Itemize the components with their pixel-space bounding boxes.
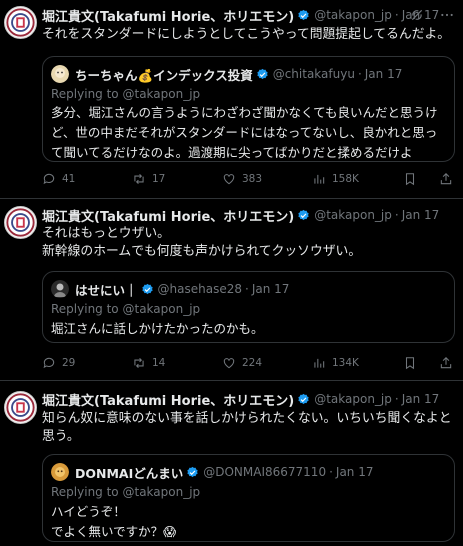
verified-badge-icon — [256, 68, 269, 81]
bookmark-icon — [405, 173, 415, 186]
verified-badge-icon — [297, 393, 310, 406]
quote-text: ハイどうぞ！ でよく無いですか？😱 — [51, 504, 177, 539]
author-handle[interactable]: @takapon_jp — [314, 392, 392, 406]
views-button[interactable]: 158K — [312, 172, 359, 186]
separator-dot: · — [244, 282, 249, 296]
separator-dot: · — [329, 465, 333, 479]
views-icon — [314, 358, 325, 368]
tweet-date[interactable]: Jan 17 — [402, 392, 440, 406]
quote-date: Jan 17 — [251, 282, 290, 296]
tweet-text: 知らん奴に意味のない事を話しかけられたくない。いちいち聞くなよと思う。 — [42, 411, 452, 444]
share-button[interactable] — [439, 356, 459, 370]
like-button[interactable]: 383 — [222, 172, 262, 186]
quote-avatar — [51, 65, 69, 83]
quote-author-name: ちーちゃん💰インデックス投資 — [75, 67, 253, 83]
like-icon — [223, 174, 235, 185]
repost-icon — [134, 357, 144, 369]
like-count: 383 — [242, 173, 263, 185]
bookmark-button[interactable] — [403, 356, 423, 370]
quote-avatar — [51, 463, 69, 481]
author-handle[interactable]: @takapon_jp — [314, 208, 392, 222]
repost-count: 14 — [152, 357, 166, 369]
share-icon — [440, 173, 452, 185]
author-name[interactable]: 堀江貴文(Takafumi Horie、ホリエモン) — [42, 390, 294, 409]
quote-author-name: DONMAIどんまい — [75, 465, 184, 481]
replying-to: Replying to @takapon_jp — [51, 302, 200, 316]
quote-text: 堀江さんに話しかけたかったのかも。 — [51, 321, 264, 336]
quote-author-handle: @DONMAI86677110 — [203, 465, 327, 479]
quote-date: Jan 17 — [335, 465, 374, 479]
views-count: 134K — [332, 357, 359, 369]
grok-icon[interactable] — [409, 7, 425, 23]
replying-label: Replying to — [51, 485, 119, 499]
replying-handle: @takapon_jp — [122, 87, 201, 101]
tweet[interactable]: 堀江貴文(Takafumi Horie、ホリエモン) @takapon_jp ·… — [0, 199, 463, 381]
tweet-text: それはもっとウザい。 新幹線のホームでも何度も声かけられてクッソウザい。 — [42, 226, 362, 259]
verified-badge-icon — [186, 466, 199, 479]
more-dots-icon[interactable] — [439, 7, 455, 23]
separator-dot: · — [394, 208, 399, 222]
quote-author-handle: @hasehase28 — [157, 282, 242, 296]
verified-badge-icon — [297, 9, 310, 22]
reply-icon — [43, 173, 55, 185]
author-name[interactable]: 堀江貴文(Takafumi Horie、ホリエモン) — [42, 206, 294, 225]
bookmark-button[interactable] — [403, 172, 423, 186]
reply-icon — [43, 357, 55, 369]
replying-to: Replying to @takapon_jp — [51, 485, 200, 499]
replying-label: Replying to — [51, 87, 119, 101]
views-icon — [314, 174, 325, 184]
repost-button[interactable]: 17 — [132, 172, 165, 186]
repost-icon — [134, 173, 144, 185]
quote-author-handle: @chitakafuyu — [272, 67, 355, 81]
quote-date: Jan 17 — [364, 67, 403, 81]
quoted-tweet[interactable]: DONMAIどんまい @DONMAI86677110 · Jan 17 Repl… — [42, 454, 455, 542]
replying-handle: @takapon_jp — [122, 485, 201, 499]
avatar[interactable] — [4, 206, 37, 239]
reply-count: 41 — [62, 173, 76, 185]
quote-author-name: はせにい｜ — [75, 282, 138, 298]
repost-count: 17 — [152, 173, 166, 185]
like-button[interactable]: 224 — [222, 356, 262, 370]
bookmark-icon — [405, 357, 415, 370]
repost-button[interactable]: 14 — [132, 356, 165, 370]
tweet-date[interactable]: Jan 17 — [402, 208, 440, 222]
separator-dot: · — [357, 67, 362, 81]
quoted-tweet[interactable]: はせにい｜ @hasehase28 · Jan 17 Replying to @… — [42, 271, 455, 343]
like-icon — [223, 358, 235, 369]
reply-button[interactable]: 29 — [42, 356, 75, 370]
tweet[interactable]: 堀江貴文(Takafumi Horie、ホリエモン) @takapon_jp ·… — [0, 0, 463, 199]
share-button[interactable] — [439, 172, 459, 186]
views-count: 158K — [332, 173, 359, 185]
tweet-text: それをスタンダードにしようとしてこうやって問題提起してるんだよ。 — [42, 27, 451, 42]
action-bar: 29 14 224 134K — [42, 354, 455, 372]
quoted-tweet[interactable]: ちーちゃん💰インデックス投資 @chitakafuyu · Jan 17 Rep… — [42, 56, 455, 162]
quote-text: 多分、堀江さんの言うようにわざわざ聞かなくても良いんだと思うけど、世の中まだそれ… — [51, 105, 438, 160]
author-name[interactable]: 堀江貴文(Takafumi Horie、ホリエモン) — [42, 6, 294, 25]
separator-dot: · — [394, 8, 399, 22]
replying-to: Replying to @takapon_jp — [51, 87, 200, 101]
like-count: 224 — [242, 357, 263, 369]
verified-badge-icon — [141, 283, 154, 296]
reply-count: 29 — [62, 357, 76, 369]
action-bar: 41 17 383 158K — [42, 170, 455, 188]
verified-badge-icon — [297, 209, 310, 222]
replying-handle: @takapon_jp — [122, 302, 201, 316]
quote-avatar — [51, 280, 69, 298]
tweet[interactable]: 堀江貴文(Takafumi Horie、ホリエモン) @takapon_jp ·… — [0, 381, 463, 546]
share-icon — [440, 357, 452, 369]
author-handle[interactable]: @takapon_jp — [314, 8, 392, 22]
views-button[interactable]: 134K — [312, 356, 359, 370]
reply-button[interactable]: 41 — [42, 172, 75, 186]
separator-dot: · — [394, 392, 399, 406]
avatar[interactable] — [4, 6, 37, 39]
replying-label: Replying to — [51, 302, 119, 316]
avatar[interactable] — [4, 391, 37, 424]
